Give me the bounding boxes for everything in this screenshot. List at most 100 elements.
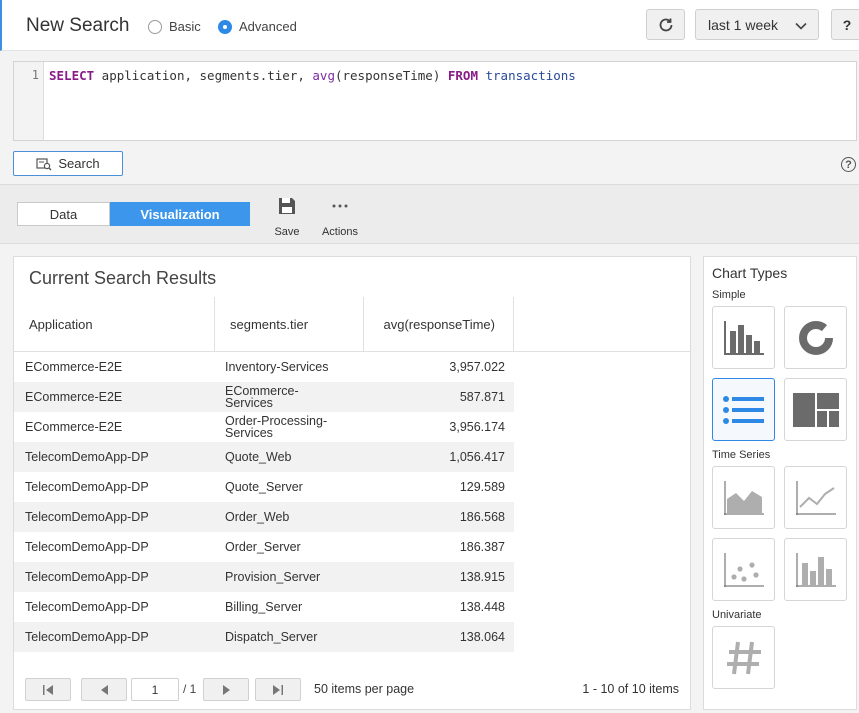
refresh-icon bbox=[659, 18, 672, 31]
items-per-page[interactable]: 50 items per page bbox=[314, 682, 414, 696]
save-label: Save bbox=[274, 226, 300, 238]
cell-application: TelecomDemoApp-DP bbox=[25, 540, 149, 554]
cell-application: ECommerce-E2E bbox=[25, 360, 123, 374]
hash-icon bbox=[726, 641, 761, 674]
column-header-application[interactable]: Application bbox=[14, 297, 215, 352]
actions-button[interactable]: Actions bbox=[315, 196, 365, 238]
cell-application: TelecomDemoApp-DP bbox=[25, 600, 149, 614]
scatter-chart-type[interactable] bbox=[712, 538, 775, 601]
time-range-dropdown[interactable]: last 1 week bbox=[695, 9, 819, 40]
cell-avg-response-time: 3,957.022 bbox=[449, 360, 505, 374]
line-number: 1 bbox=[31, 68, 39, 82]
table-row: TelecomDemoApp-DP Dispatch_Server 138.064 bbox=[14, 622, 514, 652]
time-range-value: last 1 week bbox=[708, 16, 779, 33]
keyword-from: FROM bbox=[447, 68, 478, 83]
last-page-button[interactable] bbox=[255, 678, 301, 701]
cell-tier: Order_Web bbox=[225, 510, 290, 524]
bar-chart-type[interactable] bbox=[712, 306, 775, 369]
results-panel: Current Search Results Application segme… bbox=[13, 256, 691, 710]
chevron-down-icon bbox=[795, 22, 807, 30]
simple-section-label: Simple bbox=[712, 289, 746, 301]
cell-tier: Order_Server bbox=[225, 540, 301, 554]
radio-checked-icon bbox=[218, 19, 232, 34]
query-text[interactable]: SELECT application, segments.tier, avg(r… bbox=[49, 68, 576, 83]
cell-avg-response-time: 1,056.417 bbox=[449, 450, 505, 464]
cell-avg-response-time: 587.871 bbox=[459, 390, 505, 404]
radio-unchecked-icon bbox=[148, 19, 162, 34]
cell-tier: Provision_Server bbox=[225, 570, 321, 584]
table-row: TelecomDemoApp-DP Quote_Web 1,056.417 bbox=[14, 442, 514, 472]
cell-avg-response-time: 129.589 bbox=[459, 480, 505, 494]
cell-application: ECommerce-E2E bbox=[25, 390, 123, 404]
save-button[interactable]: Save bbox=[262, 196, 312, 238]
tab-visualization[interactable]: Visualization bbox=[110, 202, 250, 226]
table-row: TelecomDemoApp-DP Order_Server 186.387 bbox=[14, 532, 514, 562]
top-bar: New Search Basic Advanced last 1 week ? bbox=[0, 0, 859, 51]
chart-types-title: Chart Types bbox=[712, 265, 788, 281]
first-page-icon bbox=[43, 684, 53, 695]
mode-basic-radio[interactable]: Basic bbox=[148, 19, 201, 34]
table-row: ECommerce-E2E ECommerce-Services 587.871 bbox=[14, 382, 514, 412]
table-row: TelecomDemoApp-DP Provision_Server 138.915 bbox=[14, 562, 514, 592]
next-page-button[interactable] bbox=[203, 678, 249, 701]
line-chart-icon bbox=[795, 480, 836, 515]
cell-application: ECommerce-E2E bbox=[25, 420, 123, 434]
last-page-icon bbox=[273, 684, 283, 695]
query-editor[interactable]: 1 SELECT application, segments.tier, avg… bbox=[13, 61, 857, 141]
page-title: New Search bbox=[26, 15, 130, 36]
time-series-section-label: Time Series bbox=[712, 449, 771, 461]
query-function: avg bbox=[312, 68, 335, 83]
table-row: ECommerce-E2E Inventory-Services 3,957.022 bbox=[14, 352, 514, 382]
page-number-input[interactable]: 1 bbox=[131, 678, 179, 701]
treemap-chart-type[interactable] bbox=[784, 378, 847, 441]
results-title: Current Search Results bbox=[29, 268, 217, 288]
cell-avg-response-time: 3,956.174 bbox=[449, 420, 505, 434]
line-chart-type[interactable] bbox=[784, 466, 847, 529]
donut-chart-type[interactable] bbox=[784, 306, 847, 369]
more-horizontal-icon bbox=[332, 204, 348, 208]
scatter-chart-icon bbox=[723, 552, 764, 587]
mode-advanced-label: Advanced bbox=[239, 19, 297, 34]
chart-types-panel: Chart Types Simple Time Series Univariat… bbox=[703, 256, 857, 710]
bar-chart-icon bbox=[723, 320, 764, 355]
table-row: TelecomDemoApp-DP Billing_Server 138.448 bbox=[14, 592, 514, 622]
tab-data[interactable]: Data bbox=[17, 202, 110, 226]
column-header-tier[interactable]: segments.tier bbox=[215, 297, 364, 352]
search-icon bbox=[36, 157, 52, 170]
actions-label: Actions bbox=[321, 226, 359, 238]
help-icon[interactable]: ? bbox=[841, 157, 856, 172]
prev-page-button[interactable] bbox=[81, 678, 127, 701]
table-row: TelecomDemoApp-DP Order_Web 186.568 bbox=[14, 502, 514, 532]
list-chart-type[interactable] bbox=[712, 378, 775, 441]
help-menu-button[interactable]: ? bbox=[831, 9, 859, 40]
query-columns: application, segments.tier, bbox=[94, 68, 313, 83]
cell-application: TelecomDemoApp-DP bbox=[25, 630, 149, 644]
editor-gutter: 1 bbox=[14, 62, 44, 140]
column-header-empty bbox=[514, 297, 690, 352]
area-chart-type[interactable] bbox=[712, 466, 775, 529]
table-row: ECommerce-E2E Order-Processing-Services 3,… bbox=[14, 412, 514, 442]
cell-tier: Dispatch_Server bbox=[225, 630, 318, 644]
cell-tier: Inventory-Services bbox=[225, 360, 329, 374]
query-function-arg: (responseTime) bbox=[334, 68, 448, 83]
cell-avg-response-time: 138.915 bbox=[459, 570, 505, 584]
cell-tier: ECommerce-Services bbox=[225, 384, 299, 410]
column-header-avg-response-time[interactable]: avg(responseTime) bbox=[364, 297, 514, 352]
first-page-button[interactable] bbox=[25, 678, 71, 701]
keyword-select: SELECT bbox=[49, 68, 95, 83]
column-chart-type[interactable] bbox=[784, 538, 847, 601]
number-chart-type[interactable] bbox=[712, 626, 775, 689]
page-total: / 1 bbox=[183, 682, 197, 696]
cell-tier: Order-Processing-Services bbox=[225, 414, 328, 440]
search-button[interactable]: Search bbox=[13, 151, 123, 176]
area-chart-icon bbox=[723, 480, 764, 515]
donut-chart-icon bbox=[798, 320, 833, 355]
refresh-button[interactable] bbox=[646, 9, 685, 40]
save-icon bbox=[279, 198, 295, 214]
cell-avg-response-time: 138.448 bbox=[459, 600, 505, 614]
mode-advanced-radio[interactable]: Advanced bbox=[218, 19, 297, 34]
list-icon bbox=[722, 395, 764, 424]
cell-tier: Quote_Web bbox=[225, 450, 292, 464]
mode-basic-label: Basic bbox=[169, 19, 201, 34]
cell-tier: Quote_Server bbox=[225, 480, 303, 494]
